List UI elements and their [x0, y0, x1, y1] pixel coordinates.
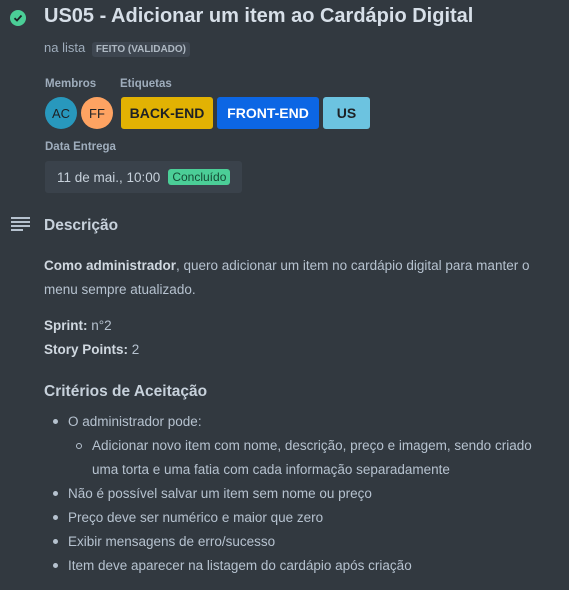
sprint-label: Sprint: — [44, 318, 88, 333]
list-info: na lista FEITO (VALIDADO) — [44, 40, 191, 57]
completed-check-icon[interactable] — [10, 10, 26, 26]
story-points-label: Story Points: — [44, 342, 129, 357]
list-name-badge[interactable]: FEITO (VALIDADO) — [91, 42, 191, 57]
bullet-dot — [53, 515, 58, 520]
sprint-value: n°2 — [87, 318, 112, 333]
due-status-badge: Concluído — [168, 169, 231, 185]
criteria-item-1[interactable]: O administrador pode: — [68, 410, 202, 434]
intro-bold: Como administrador — [44, 258, 177, 273]
description-title: Descrição — [44, 217, 119, 234]
description-intro-line2[interactable]: menu sempre atualizado. — [44, 278, 196, 302]
members-label: Membros — [45, 78, 97, 90]
sub-bullet-ring — [76, 443, 82, 449]
criteria-item-5[interactable]: Item deve aparecer na listagem do cardáp… — [68, 554, 412, 578]
bullet-dot — [53, 419, 58, 424]
criteria-item-2[interactable]: Não é possível salvar um item sem nome o… — [68, 482, 372, 506]
description-intro-line1[interactable]: Como administrador, quero adicionar um i… — [44, 254, 529, 278]
sprint-line[interactable]: Sprint: n°2 — [44, 314, 112, 338]
description-icon — [11, 217, 30, 236]
labels-label: Etiquetas — [120, 78, 172, 90]
avatar-ac[interactable]: AC — [45, 97, 77, 129]
label-back-end[interactable]: BACK-END — [121, 97, 213, 129]
bullet-dot — [53, 563, 58, 568]
bullet-dot — [53, 539, 58, 544]
criteria-subitem-1-cont[interactable]: uma torta e uma fatia com cada informaçã… — [92, 458, 450, 482]
criteria-item-4[interactable]: Exibir mensagens de erro/sucesso — [68, 530, 275, 554]
criteria-subitem-1[interactable]: Adicionar novo item com nome, descrição,… — [92, 434, 532, 458]
label-front-end[interactable]: FRONT-END — [217, 97, 319, 129]
intro-rest: , quero adicionar um item no cardápio di… — [176, 258, 530, 273]
card-title[interactable]: US05 - Adicionar um item ao Cardápio Dig… — [44, 5, 473, 28]
due-date-button[interactable]: 11 de mai., 10:00 Concluído — [45, 161, 242, 193]
bullet-dot — [53, 491, 58, 496]
due-date-label: Data Entrega — [45, 141, 116, 153]
criteria-item-3[interactable]: Preço deve ser numérico e maior que zero — [68, 506, 323, 530]
criteria-title: Critérios de Aceitação — [44, 383, 208, 400]
list-prefix: na lista — [44, 40, 86, 55]
avatar-ff[interactable]: FF — [81, 97, 113, 129]
story-points-line[interactable]: Story Points: 2 — [44, 338, 139, 362]
due-date-value: 11 de mai., 10:00 — [57, 169, 161, 185]
story-points-value: 2 — [128, 342, 140, 357]
label-us[interactable]: US — [323, 97, 370, 129]
